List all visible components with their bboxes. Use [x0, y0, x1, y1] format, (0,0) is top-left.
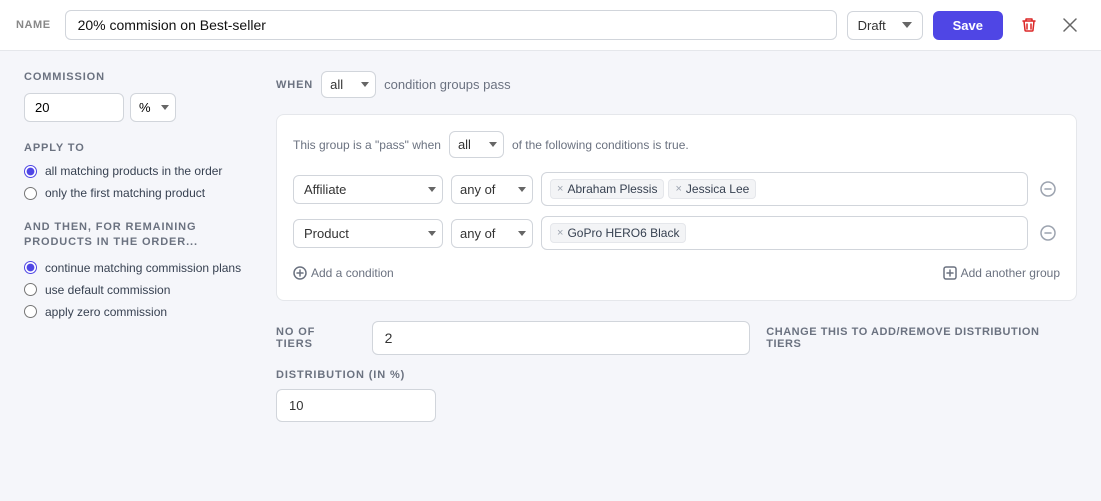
group-actions: Add a condition Add another group [293, 262, 1060, 284]
commission-label: COMMISSION [24, 71, 244, 83]
apply-all-option[interactable]: all matching products in the order [24, 164, 244, 178]
condition-tags-box-1[interactable]: × Abraham Plessis × Jessica Lee [541, 172, 1028, 206]
apply-all-label: all matching products in the order [45, 164, 222, 178]
condition-row-product: Product Affiliate Order any of all of no… [293, 216, 1060, 250]
left-panel: COMMISSION % $ APPLY TO all matching pro… [24, 71, 244, 422]
when-label: WHEN [276, 79, 313, 91]
use-default-option[interactable]: use default commission [24, 283, 244, 297]
tag-label-gopro: GoPro HERO6 Black [567, 226, 679, 240]
condition-type-select-2[interactable]: Product Affiliate Order [293, 219, 443, 248]
continue-matching-option[interactable]: continue matching commission plans [24, 261, 244, 275]
tiers-section: NO OF TIERS CHANGE THIS TO ADD/REMOVE DI… [276, 321, 1077, 355]
top-bar: NAME Draft Active Save [0, 0, 1101, 51]
minus-circle-icon-1 [1040, 181, 1056, 197]
tiers-input[interactable] [372, 321, 751, 355]
plus-square-icon [943, 266, 957, 280]
apply-to-label: APPLY TO [24, 142, 244, 154]
tag-x-1[interactable]: × [557, 183, 563, 195]
commission-row: % $ [24, 93, 244, 122]
minus-circle-icon-2 [1040, 225, 1056, 241]
close-button[interactable] [1055, 14, 1085, 36]
add-group-label: Add another group [961, 266, 1060, 280]
right-panel: WHEN all any condition groups pass This … [276, 71, 1077, 422]
tiers-hint: CHANGE THIS TO ADD/REMOVE DISTRIBUTION T… [766, 326, 1077, 350]
condition-operator-select-2[interactable]: any of all of none of [451, 219, 533, 248]
continue-matching-label: continue matching commission plans [45, 261, 241, 275]
plus-circle-icon [293, 266, 307, 280]
status-select[interactable]: Draft Active [847, 11, 923, 40]
when-row: WHEN all any condition groups pass [276, 71, 1077, 98]
condition-tags-box-2[interactable]: × GoPro HERO6 Black [541, 216, 1028, 250]
remove-condition-1-button[interactable] [1036, 177, 1060, 201]
tag-abraham-plessis: × Abraham Plessis [550, 179, 664, 199]
pass-prefix: This group is a "pass" when [293, 138, 441, 152]
condition-row-affiliate: Affiliate Product Order any of all of no… [293, 172, 1060, 206]
distribution-label: DISTRIBUTION (IN %) [276, 369, 1077, 381]
pass-suffix: of the following conditions is true. [512, 138, 689, 152]
and-then-section: AND THEN, FOR REMAINING PRODUCTS IN THE … [24, 220, 244, 319]
tag-x-2[interactable]: × [675, 183, 681, 195]
name-input[interactable] [65, 10, 837, 40]
tag-jessica-lee: × Jessica Lee [668, 179, 756, 199]
condition-operator-select-1[interactable]: any of all of none of [451, 175, 533, 204]
condition-group-box: This group is a "pass" when all any of t… [276, 114, 1077, 301]
main-content: COMMISSION % $ APPLY TO all matching pro… [0, 51, 1101, 442]
delete-button[interactable] [1013, 13, 1045, 37]
condition-groups-text: condition groups pass [384, 77, 510, 92]
tag-label-abraham: Abraham Plessis [567, 182, 657, 196]
pass-select[interactable]: all any [449, 131, 504, 158]
add-condition-label: Add a condition [311, 266, 394, 280]
apply-first-label: only the first matching product [45, 186, 205, 200]
and-then-radio-group: continue matching commission plans use d… [24, 261, 244, 319]
trash-icon [1021, 17, 1037, 33]
name-label: NAME [16, 19, 51, 31]
commission-unit-select[interactable]: % $ [130, 93, 176, 122]
tag-x-gopro[interactable]: × [557, 227, 563, 239]
apply-to-section: APPLY TO all matching products in the or… [24, 142, 244, 200]
when-select[interactable]: all any [321, 71, 376, 98]
tag-label-jessica: Jessica Lee [686, 182, 749, 196]
use-default-label: use default commission [45, 283, 170, 297]
apply-first-option[interactable]: only the first matching product [24, 186, 244, 200]
remove-condition-2-button[interactable] [1036, 221, 1060, 245]
apply-zero-label: apply zero commission [45, 305, 167, 319]
add-group-button[interactable]: Add another group [943, 262, 1060, 284]
apply-zero-option[interactable]: apply zero commission [24, 305, 244, 319]
distribution-input[interactable] [276, 389, 436, 422]
close-icon [1063, 18, 1077, 32]
and-then-label: AND THEN, FOR REMAINING PRODUCTS IN THE … [24, 220, 244, 251]
distribution-section: DISTRIBUTION (IN %) [276, 369, 1077, 422]
commission-input[interactable] [24, 93, 124, 122]
tag-gopro: × GoPro HERO6 Black [550, 223, 686, 243]
apply-to-radio-group: all matching products in the order only … [24, 164, 244, 200]
save-button[interactable]: Save [933, 11, 1003, 40]
add-condition-button[interactable]: Add a condition [293, 262, 394, 284]
condition-type-select-1[interactable]: Affiliate Product Order [293, 175, 443, 204]
tiers-label: NO OF TIERS [276, 326, 356, 350]
group-pass-row: This group is a "pass" when all any of t… [293, 131, 1060, 158]
